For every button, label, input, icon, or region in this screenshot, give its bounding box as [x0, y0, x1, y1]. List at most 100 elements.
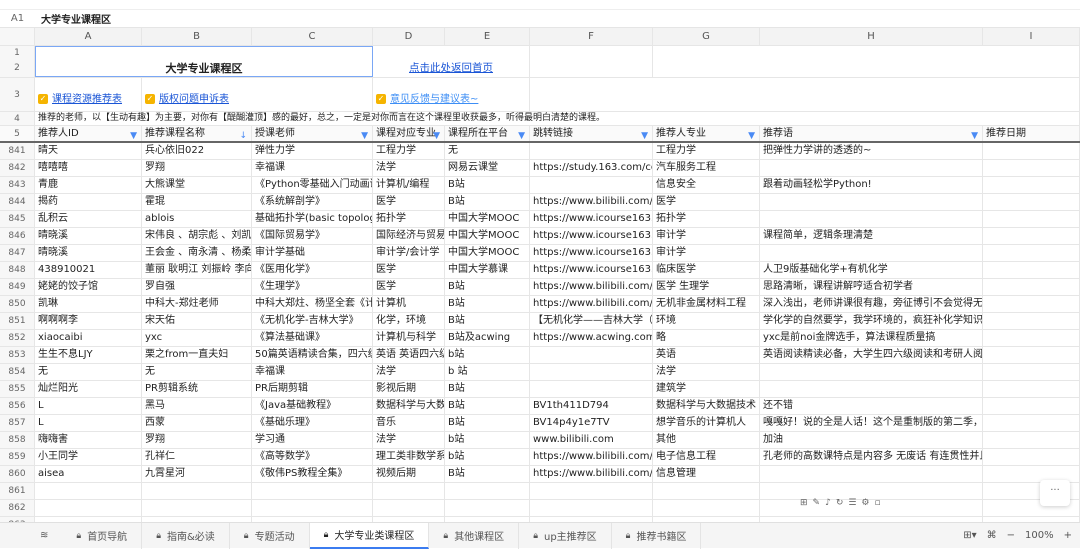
table-cell[interactable]: [983, 381, 1080, 397]
table-cell[interactable]: aisea: [35, 466, 142, 482]
sheet-tab[interactable]: 🔒︎ 推荐书籍区: [612, 522, 702, 549]
table-cell[interactable]: 中科大郑炷、杨坚全套《计算: [252, 296, 373, 312]
table-cell[interactable]: [530, 381, 653, 397]
table-cell[interactable]: 计算机与科学: [373, 330, 445, 346]
table-cell[interactable]: 数据科学与大数据: [373, 398, 445, 414]
view-mode-icon[interactable]: ⊞▾: [963, 530, 976, 541]
table-cell[interactable]: B站: [445, 313, 530, 329]
sort-icon[interactable]: ↓: [239, 128, 247, 141]
table-cell[interactable]: B站及acwing: [445, 330, 530, 346]
table-cell[interactable]: https://www.bilibili.com/video: [530, 466, 653, 482]
table-cell[interactable]: 孔祥仁: [142, 449, 252, 465]
table-cell[interactable]: [530, 364, 653, 380]
table-cell[interactable]: 法学: [373, 160, 445, 176]
table-cell[interactable]: 50篇英语精读合集，四六级考: [252, 347, 373, 363]
row-header[interactable]: 842: [0, 160, 35, 176]
column-header-9[interactable]: 推荐日期: [983, 126, 1080, 141]
table-cell[interactable]: 《生理学》: [252, 279, 373, 295]
row-header[interactable]: 3: [0, 78, 35, 111]
table-cell[interactable]: 临床医学: [653, 262, 760, 278]
table-cell[interactable]: 中国大学MOOC: [445, 211, 530, 227]
table-cell[interactable]: 跟着动画轻松学Python!: [760, 177, 983, 193]
table-cell[interactable]: 中国大学MOOC: [445, 245, 530, 261]
row-header[interactable]: 841: [0, 143, 35, 159]
table-cell[interactable]: 《算法基础课》: [252, 330, 373, 346]
table-cell[interactable]: 其他: [653, 432, 760, 448]
row-header[interactable]: 861: [0, 483, 35, 499]
table-cell[interactable]: [983, 143, 1080, 159]
table-cell[interactable]: 医学: [653, 194, 760, 210]
column-header[interactable]: F: [530, 28, 653, 45]
table-cell[interactable]: [983, 415, 1080, 431]
table-cell[interactable]: 审计学基础: [252, 245, 373, 261]
table-cell[interactable]: 兵心依旧022: [142, 143, 252, 159]
table-cell[interactable]: [760, 211, 983, 227]
row-header[interactable]: [0, 28, 35, 45]
table-cell[interactable]: 《基础乐理》: [252, 415, 373, 431]
table-cell[interactable]: [252, 483, 373, 499]
table-cell[interactable]: 中科大-郑炷老师: [142, 296, 252, 312]
table-cell[interactable]: 国际经济与贸易: [373, 228, 445, 244]
row-header[interactable]: 856: [0, 398, 35, 414]
row-header[interactable]: 855: [0, 381, 35, 397]
table-cell[interactable]: 审计学: [653, 228, 760, 244]
table-cell[interactable]: b站: [445, 432, 530, 448]
column-header-2[interactable]: 推荐课程名称 ↓: [142, 126, 252, 141]
table-cell[interactable]: [35, 483, 142, 499]
row-header[interactable]: 848: [0, 262, 35, 278]
table-cell[interactable]: 想学音乐的计算机人: [653, 415, 760, 431]
table-cell[interactable]: 凯琳: [35, 296, 142, 312]
table-cell[interactable]: 英语阅读精读必备，大学生四六级阅读和考研人阅读会有帮助: [760, 347, 983, 363]
table-cell[interactable]: 罗翔: [142, 432, 252, 448]
table-cell[interactable]: 数据科学与大数据技术: [653, 398, 760, 414]
table-cell[interactable]: 学化学的自然要学，我学环境的，疯狂补化学知识，宋教授讲的挺好的: [760, 313, 983, 329]
table-cell[interactable]: 电子信息工程: [653, 449, 760, 465]
table-cell[interactable]: [983, 245, 1080, 261]
sheet-tab[interactable]: 🔒︎ up主推荐区: [519, 522, 612, 549]
filter-icon[interactable]: ▼: [361, 128, 368, 141]
filter-icon[interactable]: ▼: [641, 128, 648, 141]
formula-value[interactable]: 大学专业课程区: [35, 11, 111, 26]
table-cell[interactable]: 网易云课堂: [445, 160, 530, 176]
sheet-tab[interactable]: 🔒︎ 指南&必读: [142, 522, 230, 549]
row-header[interactable]: 851: [0, 313, 35, 329]
table-cell[interactable]: BV14p4y1e7TV: [530, 415, 653, 431]
table-cell[interactable]: 晴晓溪: [35, 245, 142, 261]
table-cell[interactable]: B站: [445, 381, 530, 397]
table-cell[interactable]: 无机非金属材料工程: [653, 296, 760, 312]
cell-reference[interactable]: A1: [0, 13, 35, 24]
table-cell[interactable]: 宋伟良 、胡宗彪 、刘凯: [142, 228, 252, 244]
column-header-8[interactable]: 推荐语 ▼: [760, 126, 983, 141]
filter-icon[interactable]: ▼: [130, 128, 137, 141]
table-cell[interactable]: 嘎嘎好！说的全是人话！这个是重制版的第二季，它还有前身第一季。: [760, 415, 983, 431]
table-cell[interactable]: B站: [445, 466, 530, 482]
table-cell[interactable]: [142, 483, 252, 499]
table-cell[interactable]: 信息安全: [653, 177, 760, 193]
table-cell[interactable]: B站: [445, 194, 530, 210]
table-cell[interactable]: 人卫9版基础化学+有机化学: [760, 262, 983, 278]
row-header[interactable]: 860: [0, 466, 35, 482]
table-cell[interactable]: 黑马: [142, 398, 252, 414]
table-cell[interactable]: B站: [445, 296, 530, 312]
table-cell[interactable]: https://www.icourse163.org/c: [530, 245, 653, 261]
table-cell[interactable]: [760, 381, 983, 397]
table-cell[interactable]: 霍琨: [142, 194, 252, 210]
row-header[interactable]: 850: [0, 296, 35, 312]
table-cell[interactable]: xiaocaibi: [35, 330, 142, 346]
table-cell[interactable]: [530, 143, 653, 159]
table-cell[interactable]: 西蒙: [142, 415, 252, 431]
table-cell[interactable]: 中国大学慕课: [445, 262, 530, 278]
copyright-form-link[interactable]: ✓ 版权问题申诉表: [142, 78, 373, 111]
row-header[interactable]: 4: [0, 112, 35, 125]
column-header[interactable]: C: [252, 28, 373, 45]
table-cell[interactable]: 还不错: [760, 398, 983, 414]
table-cell[interactable]: [373, 500, 445, 516]
table-cell[interactable]: 医学 生理学: [653, 279, 760, 295]
table-cell[interactable]: 《无机化学-吉林大学》: [252, 313, 373, 329]
row-header[interactable]: 854: [0, 364, 35, 380]
table-cell[interactable]: [445, 483, 530, 499]
table-cell[interactable]: [760, 364, 983, 380]
table-cell[interactable]: 小王同学: [35, 449, 142, 465]
table-cell[interactable]: 课程简单，逻辑条理清楚: [760, 228, 983, 244]
table-cell[interactable]: 宋天佑: [142, 313, 252, 329]
